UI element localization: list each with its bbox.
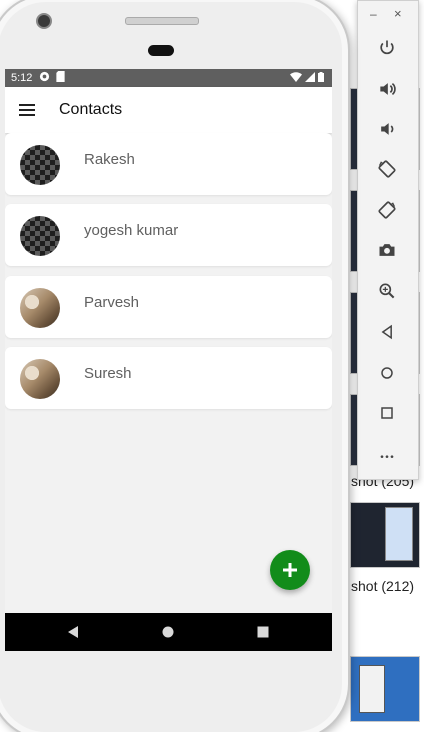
minimize-button[interactable]: – — [370, 7, 377, 21]
avatar — [20, 288, 60, 328]
menu-icon[interactable] — [15, 98, 39, 122]
rotate-left-icon[interactable] — [373, 155, 401, 183]
contact-name: Rakesh — [84, 151, 135, 168]
avatar — [20, 216, 60, 256]
status-bar: 5:12 — [5, 69, 332, 87]
nav-home-icon[interactable] — [158, 622, 178, 642]
page-title: Contacts — [59, 101, 123, 118]
more-icon[interactable] — [373, 441, 401, 469]
contact-card[interactable]: Parvesh — [5, 276, 332, 338]
avatar — [20, 359, 60, 399]
file-thumbnail[interactable] — [350, 502, 420, 568]
sd-card-icon — [56, 71, 65, 82]
nav-overview-icon[interactable] — [253, 622, 273, 642]
file-thumbnail[interactable] — [350, 656, 420, 722]
emulator-toolbar: – × — [357, 0, 419, 480]
close-button[interactable]: × — [394, 6, 402, 21]
front-camera — [36, 13, 52, 29]
add-contact-button[interactable] — [270, 550, 310, 590]
proximity-sensor — [148, 45, 174, 56]
battery-icon — [318, 72, 324, 82]
back-icon[interactable] — [373, 318, 401, 346]
contact-card[interactable]: yogesh kumar — [5, 204, 332, 266]
camera-icon[interactable] — [373, 236, 401, 264]
contact-name: Suresh — [84, 365, 132, 382]
wifi-icon — [290, 72, 302, 82]
contact-name: yogesh kumar — [84, 222, 179, 239]
contact-name: Parvesh — [84, 294, 140, 311]
contact-card[interactable]: Suresh — [5, 347, 332, 409]
signal-icon — [305, 72, 315, 82]
navigation-bar — [5, 613, 332, 651]
avatar — [20, 145, 60, 185]
home-icon[interactable] — [373, 359, 401, 387]
power-icon[interactable] — [373, 34, 401, 62]
sync-icon — [39, 71, 50, 82]
volume-down-icon[interactable] — [373, 115, 401, 143]
volume-up-icon[interactable] — [373, 75, 401, 103]
overview-icon[interactable] — [373, 399, 401, 427]
file-label[interactable]: shot (212) — [351, 578, 414, 594]
contact-card[interactable]: Rakesh — [5, 133, 332, 195]
device-screen: 5:12 Contacts Rakesh yogesh kumar Parves… — [5, 69, 332, 651]
app-bar: Contacts — [5, 87, 332, 133]
zoom-icon[interactable] — [373, 277, 401, 305]
screen-root: shot (205) shot (212) – × 5:12 Contacts … — [0, 0, 424, 732]
nav-back-icon[interactable] — [63, 622, 83, 642]
plus-icon — [283, 563, 297, 577]
rotate-right-icon[interactable] — [373, 196, 401, 224]
status-time: 5:12 — [11, 72, 33, 84]
earpiece-speaker — [125, 17, 199, 25]
